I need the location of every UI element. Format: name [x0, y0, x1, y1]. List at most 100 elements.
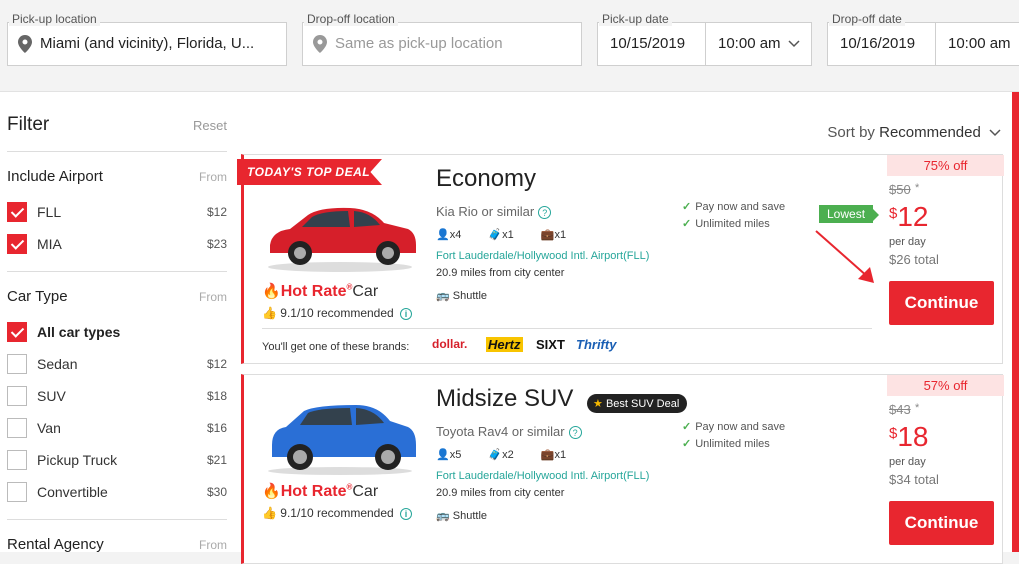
checkbox[interactable]: [7, 322, 27, 342]
lowest-badge: Lowest: [819, 205, 880, 223]
search-bar: Miami (and vicinity), Florida, U... Pick…: [0, 0, 1019, 92]
rental-agency-title: Rental Agency: [7, 536, 104, 553]
original-price: $50: [889, 182, 911, 197]
original-price-value: $50: [889, 182, 911, 197]
hot-rate-logo: 🔥Hot Rate®Car: [262, 482, 379, 500]
option-price: $21: [206, 453, 227, 467]
best-deal-text: Best SUV Deal: [605, 398, 680, 410]
filter-sidebar: Filter Reset Include Airport From FLL $1…: [0, 92, 232, 553]
pickup-date-value[interactable]: 10/15/2019: [610, 35, 685, 52]
thumbs-up-icon: 👍: [262, 306, 277, 320]
reset-button[interactable]: Reset: [193, 118, 227, 133]
brand-logo-dollar: dollar.: [432, 337, 468, 351]
checkbox[interactable]: [7, 354, 27, 374]
divider: [7, 519, 227, 520]
feature-text: Unlimited miles: [695, 438, 770, 450]
discount-badge: 57% off: [887, 375, 1004, 396]
pickup-location-label: Pick-up location: [9, 12, 100, 26]
checkbox[interactable]: [7, 386, 27, 406]
checkbox[interactable]: [7, 482, 27, 502]
sort-dropdown[interactable]: Sort by Recommended: [827, 124, 1001, 141]
listing-card-economy[interactable]: TODAY'S TOP DEAL 🔥Hot Rate®Car 👍 9.1/10 …: [237, 154, 1004, 364]
car-image: [268, 405, 416, 475]
feature-item: ✓ Unlimited miles: [682, 217, 770, 230]
price-footnote-mark: *: [915, 402, 920, 414]
recommendation-text: 9.1/10 recommended: [280, 306, 394, 320]
check-icon: ✓: [682, 201, 692, 213]
brands-label: You'll get one of these brands:: [262, 341, 410, 353]
checkbox[interactable]: [7, 450, 27, 470]
discount-badge: 75% off: [887, 155, 1004, 176]
airport-option-fll[interactable]: FLL $12: [7, 202, 227, 224]
bus-icon: 🚌: [436, 290, 450, 302]
hot-rate-text: Hot Rate: [280, 483, 347, 500]
divider: [262, 328, 872, 329]
checkbox[interactable]: [7, 418, 27, 438]
option-label: Pickup Truck: [37, 452, 118, 468]
check-icon: ✓: [682, 218, 692, 230]
dropoff-location-field[interactable]: Same as pick-up location: [302, 22, 582, 66]
car-type-option-convertible[interactable]: Convertible $30: [7, 482, 227, 504]
feature-item: ✓ Pay now and save: [682, 420, 785, 433]
daily-price: $12: [889, 201, 929, 233]
passengers-count: x4: [449, 229, 462, 241]
top-deal-ribbon: TODAY'S TOP DEAL: [237, 159, 382, 185]
shuttle-text: Shuttle: [452, 510, 488, 522]
airport-option-mia[interactable]: MIA $23: [7, 234, 227, 256]
price-footnote-mark: *: [915, 182, 920, 194]
brand-logo-hertz: Hertz: [486, 337, 523, 352]
pickup-time-value[interactable]: 10:00 am: [718, 35, 781, 52]
passengers-icon: 👤x4: [436, 229, 462, 241]
check-icon: ✓: [682, 421, 692, 433]
info-icon[interactable]: i: [400, 308, 413, 320]
original-price-value: $43: [889, 402, 911, 417]
feature-item: ✓ Unlimited miles: [682, 437, 770, 450]
pickup-date-field[interactable]: 10/15/2019 10:00 am: [597, 22, 812, 66]
car-type-option-sedan[interactable]: Sedan $12: [7, 354, 227, 376]
car-class: Midsize SUV: [436, 385, 574, 412]
scrollbar[interactable]: [1012, 92, 1019, 552]
total-price: $34 total: [889, 472, 939, 487]
star-icon: ★: [593, 398, 603, 410]
car-type-option-suv[interactable]: SUV $18: [7, 386, 227, 408]
divider: [7, 271, 227, 272]
from-label: From: [199, 290, 227, 304]
car-type-option-pickup-truck[interactable]: Pickup Truck $21: [7, 450, 227, 472]
car-type-option-all[interactable]: All car types: [7, 322, 227, 344]
feature-text: Pay now and save: [695, 201, 786, 213]
best-deal-badge: ★ Best SUV Deal: [587, 394, 688, 413]
dropoff-date-field[interactable]: 10/16/2019 10:00 am: [827, 22, 1019, 66]
car-type-title: Car Type: [7, 288, 68, 305]
brand-logo-sixt: SIXT: [536, 337, 565, 352]
sort-value: Recommended: [879, 124, 981, 141]
arrow-pointer-icon: [815, 230, 874, 283]
checkbox[interactable]: [7, 234, 27, 254]
option-label: FLL: [37, 204, 62, 220]
pickup-airport[interactable]: Fort Lauderdale/Hollywood Intl. Airport(…: [436, 250, 649, 262]
recommendation: 👍 9.1/10 recommended i: [262, 506, 413, 520]
pickup-location-field[interactable]: Miami (and vicinity), Florida, U...: [7, 22, 287, 66]
pickup-airport[interactable]: Fort Lauderdale/Hollywood Intl. Airport(…: [436, 470, 649, 482]
listing-card-midsize-suv[interactable]: 🔥Hot Rate®Car 👍 9.1/10 recommended i Mid…: [241, 374, 1004, 564]
info-icon[interactable]: i: [400, 508, 413, 520]
chevron-down-icon[interactable]: [788, 40, 800, 48]
option-label: Van: [37, 420, 61, 436]
help-icon[interactable]: ?: [538, 206, 552, 219]
dropoff-date-value[interactable]: 10/16/2019: [840, 35, 915, 52]
car-model: Kia Rio or similar?: [436, 204, 552, 219]
option-label: SUV: [37, 388, 66, 404]
continue-button[interactable]: Continue: [889, 281, 994, 325]
option-label: MIA: [37, 236, 62, 252]
car-specs: 👤x5 🧳x2 💼x1: [436, 448, 590, 461]
help-icon[interactable]: ?: [568, 426, 582, 439]
continue-button[interactable]: Continue: [889, 501, 994, 545]
car-type-option-van[interactable]: Van $16: [7, 418, 227, 440]
thumbs-up-icon: 👍: [262, 506, 277, 520]
large-bag-icon: 🧳x1: [488, 229, 514, 241]
pickup-date-label: Pick-up date: [599, 12, 672, 26]
recommendation: 👍 9.1/10 recommended i: [262, 306, 413, 320]
car-model: Toyota Rav4 or similar?: [436, 424, 582, 439]
dropoff-time-value[interactable]: 10:00 am: [948, 35, 1011, 52]
feature-text: Pay now and save: [695, 421, 786, 433]
checkbox[interactable]: [7, 202, 27, 222]
